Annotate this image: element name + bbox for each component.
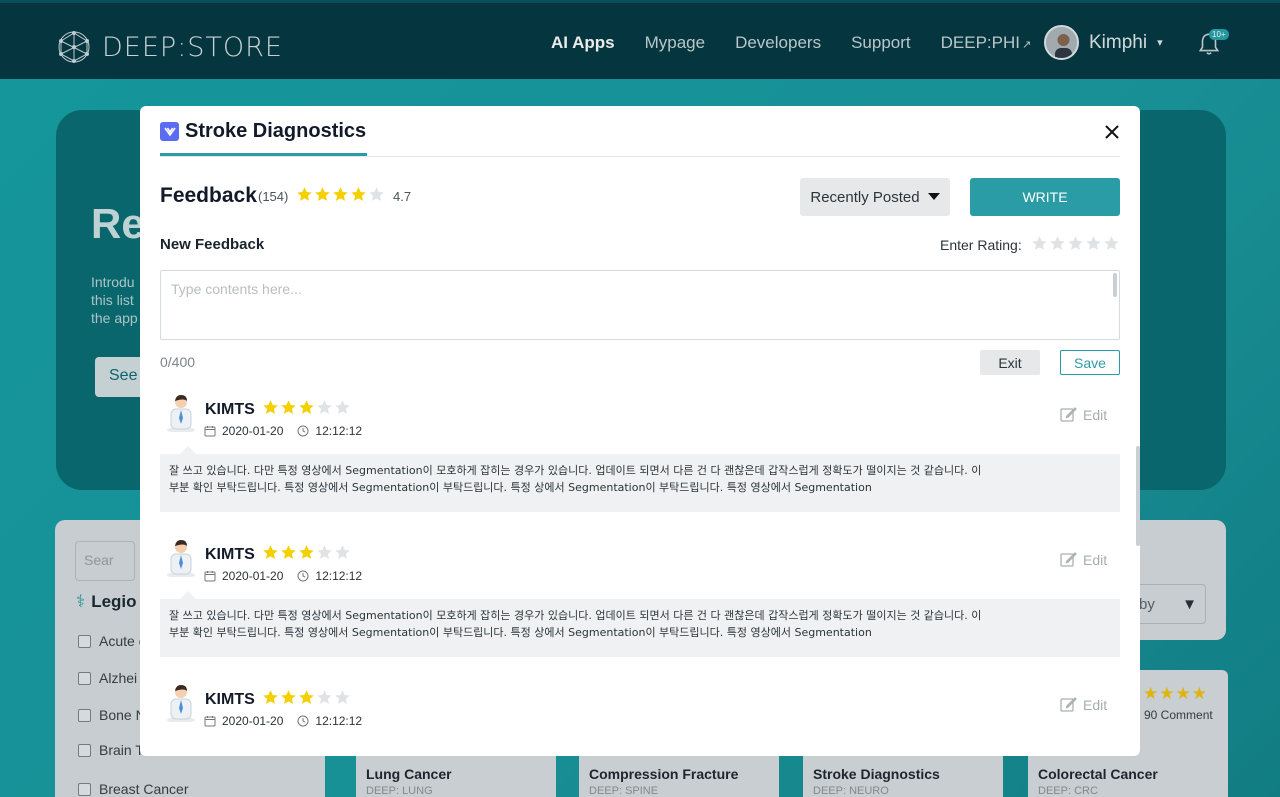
star-empty-icon[interactable] [1085,235,1102,252]
average-rating-value: 4.7 [393,189,412,204]
modal-title: Stroke Diagnostics [185,120,367,142]
star-filled-icon [281,400,296,414]
edit-icon [1060,552,1077,567]
new-feedback-label: New Feedback [160,236,265,253]
star-empty-icon [335,400,350,414]
close-icon[interactable] [1103,123,1121,141]
exit-button[interactable]: Exit [980,350,1040,375]
review-bubble-notch [180,446,196,454]
star-empty-icon[interactable] [1067,235,1084,252]
star-empty-icon [317,690,332,704]
clock-icon [297,425,309,437]
review-date: 2020-01-20 [222,569,284,583]
star-filled-icon [333,187,348,201]
reviewer-avatar [167,395,195,432]
header-divider [160,156,1120,157]
caret-down-icon [927,193,940,200]
review-meta: 2020-01-20 12:12:12 [204,424,362,438]
textarea-scrollbar[interactable] [1113,273,1117,297]
review-time: 12:12:12 [315,714,363,728]
clock-icon [297,570,309,582]
review-meta: 2020-01-20 12:12:12 [204,714,362,728]
edit-label: Edit [1083,696,1108,713]
review-item: KIMTS 2020-01-20 12:12:12 Edit 잘 쓰고 있습니다… [160,531,1120,661]
review-time: 12:12:12 [315,424,363,438]
review-text-line: 부분 확인 부탁드립니다. 특정 영상에서 Segmentation이 부탁드립… [169,626,872,639]
calendar-icon [204,426,216,437]
star-empty-icon[interactable] [1103,235,1120,252]
star-filled-icon [263,690,278,704]
review-text-line: 잘 쓰고 있습니다. 다만 특정 영상에서 Segmentation이 모호하게… [169,609,982,622]
review-date: 2020-01-20 [222,714,284,728]
reviewer-name: KIMTS [205,401,255,418]
feedback-heading: Feedback [160,184,257,207]
character-count: 0/400 [160,354,196,370]
review-meta: 2020-01-20 12:12:12 [204,569,362,583]
review-body: 잘 쓰고 있습니다. 다만 특정 영상에서 Segmentation이 모호하게… [160,599,1120,657]
edit-review-button[interactable]: Edit [1060,551,1107,568]
star-filled-icon [297,187,312,201]
modal-header: Stroke Diagnostics [160,120,366,143]
calendar-icon [204,716,216,727]
star-empty-icon [335,545,350,559]
star-filled-icon [281,545,296,559]
review-text-line: 잘 쓰고 있습니다. 다만 특정 영상에서 Segmentation이 모호하게… [169,464,982,477]
calendar-icon [204,571,216,582]
star-filled-icon [281,690,296,704]
star-empty-icon [369,187,384,201]
average-star-rating [296,186,385,203]
review-star-rating [262,399,351,416]
clock-icon [297,715,309,727]
review-item: KIMTS 2020-01-20 12:12:12 Edit [160,676,1120,736]
edit-label: Edit [1083,551,1108,568]
star-filled-icon [299,400,314,414]
star-filled-icon [299,545,314,559]
review-text-line: 부분 확인 부탁드립니다. 특정 영상에서 Segmentation이 부탁드립… [169,481,872,494]
star-empty-icon [335,690,350,704]
review-item: KIMTS 2020-01-20 12:12:12 Edit 잘 쓰고 있습니다… [160,386,1120,516]
reviews-list: KIMTS 2020-01-20 12:12:12 Edit 잘 쓰고 있습니다… [140,386,1140,736]
save-button[interactable]: Save [1060,350,1120,375]
star-empty-icon [317,545,332,559]
review-star-rating [262,544,351,561]
edit-icon [1060,407,1077,422]
reviewer-avatar [167,540,195,577]
feedback-count: (154) [258,189,289,204]
modal-scrollbar[interactable] [1136,446,1140,546]
reviewer-avatar [167,685,195,722]
sort-dropdown[interactable]: Recently Posted [800,178,950,216]
feedback-modal: Stroke Diagnostics Feedback (154) 4.7 Re… [140,106,1140,756]
sort-dropdown-label: Recently Posted [810,188,920,206]
star-empty-icon[interactable] [1031,235,1048,252]
review-bubble-notch [180,591,196,599]
star-empty-icon [317,400,332,414]
review-star-rating [262,689,351,706]
rating-input-stars[interactable] [1031,235,1120,252]
star-filled-icon [299,690,314,704]
write-button[interactable]: WRITE [970,178,1120,216]
review-date: 2020-01-20 [222,424,284,438]
star-empty-icon[interactable] [1049,235,1066,252]
enter-rating-label: Enter Rating: [940,237,1022,253]
reviewer-name: KIMTS [205,546,255,563]
app-logo-icon [160,122,179,141]
edit-review-button[interactable]: Edit [1060,696,1107,713]
star-filled-icon [351,187,366,201]
edit-label: Edit [1083,406,1108,423]
star-filled-icon [263,545,278,559]
edit-icon [1060,697,1077,712]
reviewer-name: KIMTS [205,691,255,708]
review-body: 잘 쓰고 있습니다. 다만 특정 영상에서 Segmentation이 모호하게… [160,454,1120,512]
review-time: 12:12:12 [315,569,363,583]
edit-review-button[interactable]: Edit [1060,406,1107,423]
star-filled-icon [263,400,278,414]
feedback-textarea[interactable] [160,270,1120,340]
star-filled-icon [315,187,330,201]
